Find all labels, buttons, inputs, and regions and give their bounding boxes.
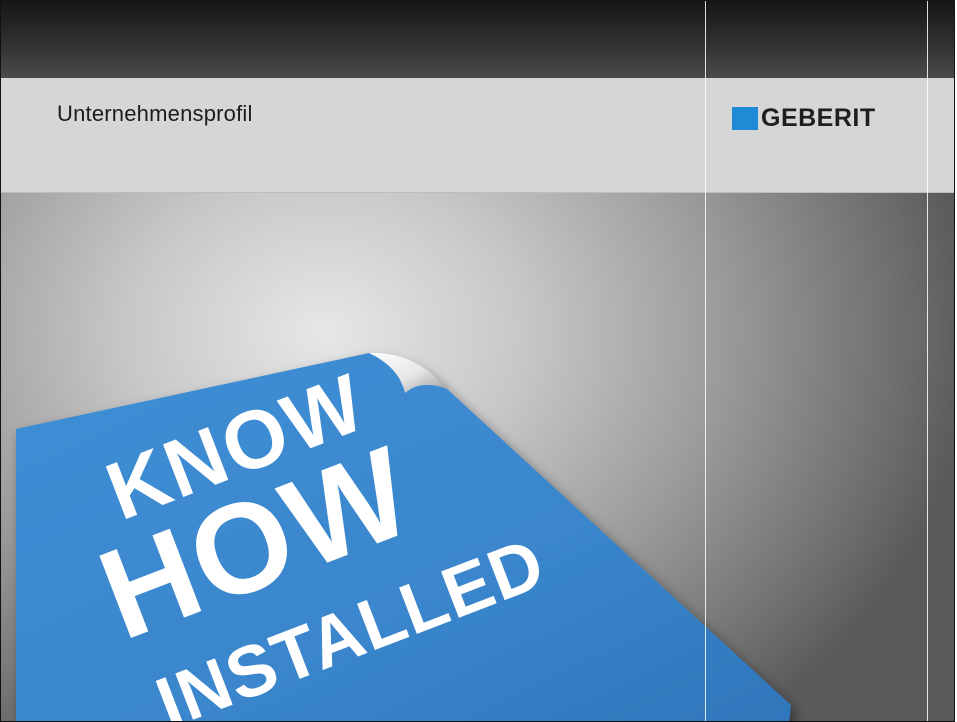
- logo-text: GEBERIT: [761, 103, 876, 132]
- layout-guide-line: [705, 1, 706, 721]
- layout-guide-line: [927, 1, 928, 721]
- slide-frame: KNOW HOW INSTALLED Unternehmensprofil GE…: [0, 0, 955, 722]
- page-title: Unternehmensprofil: [57, 101, 253, 126]
- geberit-logo: GEBERIT: [732, 104, 876, 132]
- logo-square-icon: [732, 106, 758, 130]
- header-bar: Unternehmensprofil GEBERIT: [1, 78, 954, 193]
